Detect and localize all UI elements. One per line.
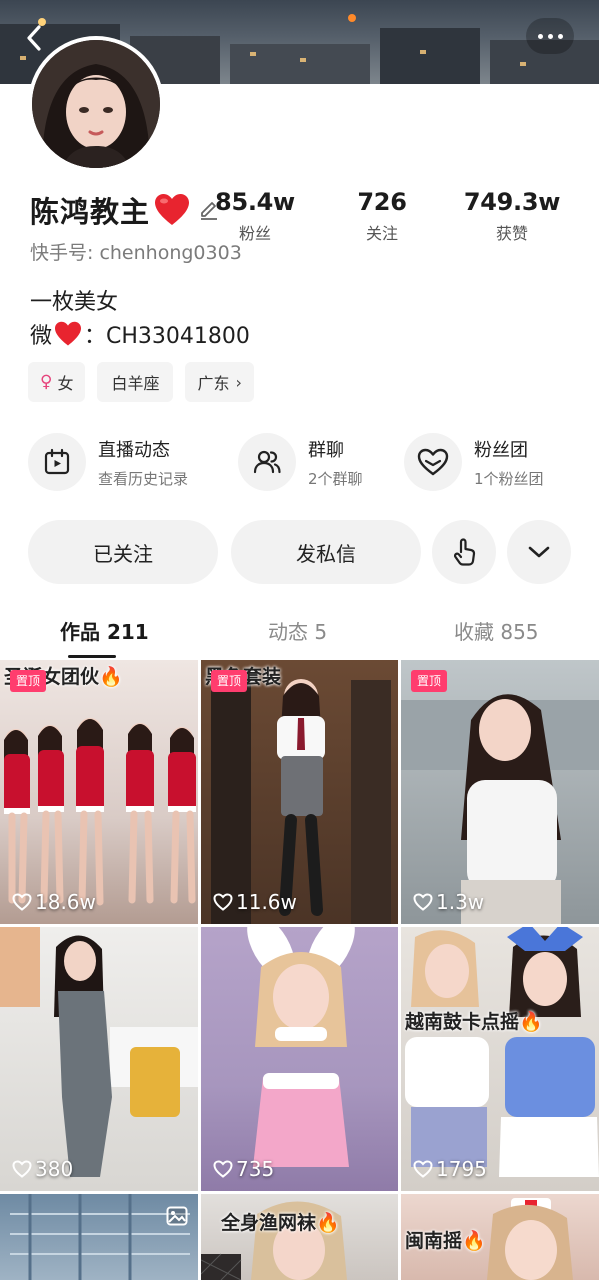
feature-subtitle: 1个粉丝团	[474, 469, 544, 488]
zodiac-tag: 白羊座	[97, 362, 174, 402]
location-tag[interactable]: 广东 ›	[185, 362, 254, 402]
like-count-value: 735	[236, 1157, 275, 1181]
like-count-value: 1.3w	[436, 890, 485, 914]
video-card[interactable]: 735	[201, 927, 398, 1191]
red-heart-icon	[155, 194, 190, 225]
bio-contact: ：CH33041800	[84, 324, 250, 349]
image-gallery-icon	[166, 1206, 188, 1226]
like-count: 1.3w	[413, 890, 484, 914]
more-dot-icon	[537, 33, 543, 39]
tag-row: ♀ 女 白羊座 广东 ›	[28, 362, 254, 402]
video-card[interactable]: 380	[0, 927, 198, 1191]
heart-outline-icon	[12, 1160, 32, 1178]
feature-title: 直播动态	[98, 439, 170, 461]
pinned-badge: 置顶	[411, 670, 448, 692]
video-grid: 圣诞女团伙🔥 置顶 18.6w 黑色套装 置顶 11.6w	[0, 660, 599, 1280]
stat-likes[interactable]: 749.3w 获赞	[452, 188, 572, 244]
video-thumbnail	[247, 927, 355, 1167]
like-count-value: 18.6w	[35, 890, 96, 914]
chevron-right-icon: ›	[235, 372, 242, 392]
profile-sheet: 85.4w 粉丝 726 关注 749.3w 获赞 陈鸿教主 快手号: chen…	[0, 84, 599, 1280]
more-options-button[interactable]	[526, 18, 574, 54]
like-count-value: 1795	[436, 1157, 487, 1181]
stat-value: 749.3w	[463, 188, 561, 216]
video-thumbnail	[405, 927, 599, 1177]
video-caption: 全身渔网袜🔥	[221, 1212, 340, 1234]
heart-outline-icon	[413, 1160, 433, 1178]
stat-value: 726	[357, 188, 407, 216]
edit-icon[interactable]	[198, 199, 220, 221]
feature-title: 粉丝团	[474, 439, 528, 461]
content-tabs: 作品 211 动态 5 收藏 855	[0, 604, 599, 658]
like-count: 11.6w	[213, 890, 297, 914]
heart-outline-icon	[413, 893, 433, 911]
video-card[interactable]: 闽南摇🔥	[401, 1194, 599, 1280]
tag-label: 白羊座	[111, 374, 160, 393]
video-thumbnail	[4, 718, 196, 906]
tag-label: 广东	[197, 374, 230, 393]
live-history-entry[interactable]: 直播动态 查看历史记录	[28, 432, 188, 492]
stat-label: 关注	[365, 224, 398, 243]
video-card[interactable]: 圣诞女团伙🔥 置顶 18.6w	[0, 660, 198, 924]
avatar-image	[32, 40, 160, 168]
gender-tag: ♀ 女	[28, 362, 86, 402]
stat-following[interactable]: 726 关注	[322, 188, 442, 244]
like-count: 380	[12, 1157, 73, 1181]
chevron-down-icon	[528, 546, 550, 558]
back-arrow-icon	[27, 25, 41, 51]
video-card[interactable]: 全身渔网袜🔥	[201, 1194, 398, 1280]
tab-favorites[interactable]: 收藏 855	[454, 616, 539, 645]
like-count: 18.6w	[12, 890, 96, 914]
heart-outline-icon	[213, 893, 233, 911]
calendar-play-icon	[28, 433, 86, 491]
gesture-button[interactable]	[432, 520, 496, 584]
video-card[interactable]: 黑色套装 置顶 11.6w	[201, 660, 398, 924]
like-count: 1795	[413, 1157, 487, 1181]
video-thumbnail	[201, 1201, 347, 1280]
video-card[interactable]	[0, 1194, 198, 1280]
send-message-button[interactable]: 发私信	[231, 520, 421, 584]
avatar[interactable]	[28, 36, 164, 172]
feature-title: 群聊	[308, 439, 344, 461]
heart-outline-icon	[12, 893, 32, 911]
followed-button[interactable]: 已关注	[28, 520, 218, 584]
tag-label: 女	[57, 374, 74, 393]
fan-club-heart-icon	[404, 433, 462, 491]
group-chat-entry[interactable]: 群聊 2个群聊	[238, 432, 363, 492]
profile-name: 陈鸿教主	[30, 195, 151, 229]
stat-label: 获赞	[495, 224, 528, 243]
feature-subtitle: 2个群聊	[308, 469, 363, 488]
video-card[interactable]: 越南鼓卡点摇🔥 1795	[401, 927, 599, 1191]
feature-subtitle: 查看历史记录	[98, 469, 189, 488]
heart-outline-icon	[213, 1160, 233, 1178]
video-thumbnail	[211, 679, 391, 924]
red-heart-icon	[55, 321, 82, 346]
like-count-value: 11.6w	[236, 890, 297, 914]
active-tab-indicator	[68, 655, 116, 658]
pinned-badge: 置顶	[10, 670, 47, 692]
bio-contact-line: 微 ：CH33041800	[30, 318, 250, 350]
female-icon: ♀	[40, 372, 53, 392]
group-chat-icon	[238, 433, 296, 491]
tap-hand-icon	[453, 538, 476, 566]
bio-line: 一枚美女	[30, 290, 119, 315]
bio-prefix: 微	[30, 324, 53, 349]
like-count: 735	[213, 1157, 274, 1181]
fan-club-entry[interactable]: 粉丝团 1个粉丝团	[404, 432, 544, 492]
video-thumbnail	[0, 927, 198, 1177]
video-card[interactable]: 置顶 1.3w	[401, 660, 599, 924]
more-dot-icon	[547, 33, 553, 39]
more-dot-icon	[557, 33, 563, 39]
video-caption: 闽南摇🔥	[405, 1230, 486, 1252]
video-thumbnail	[401, 694, 599, 924]
stats-row: 85.4w 粉丝 726 关注 749.3w 获赞	[200, 188, 590, 248]
tab-works[interactable]: 作品 211	[60, 616, 149, 645]
user-id[interactable]: 快手号: chenhong0303	[30, 238, 242, 265]
tab-moments[interactable]: 动态 5	[268, 616, 327, 645]
video-caption: 越南鼓卡点摇🔥	[405, 1011, 543, 1033]
expand-button[interactable]	[507, 520, 571, 584]
like-count-value: 380	[35, 1157, 74, 1181]
name-row: 陈鸿教主	[30, 190, 220, 230]
pinned-badge: 置顶	[211, 670, 248, 692]
